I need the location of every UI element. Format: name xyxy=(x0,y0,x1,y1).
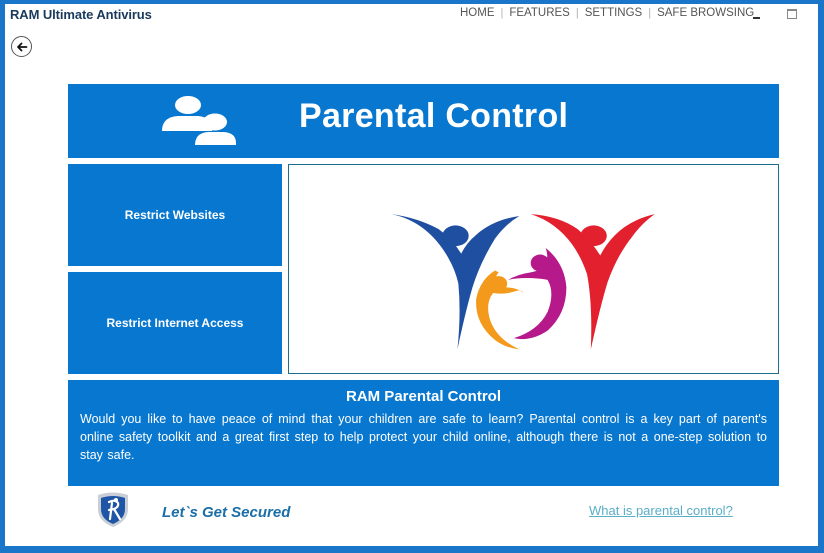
maximize-button[interactable] xyxy=(785,7,799,19)
description-panel: RAM Parental Control Would you like to h… xyxy=(68,380,779,486)
nav-separator: | xyxy=(500,7,504,19)
arrow-left-icon xyxy=(16,42,27,51)
back-button[interactable] xyxy=(11,36,32,57)
page-title: Parental Control xyxy=(299,97,569,135)
family-logo xyxy=(391,214,655,350)
nav-settings[interactable]: SETTINGS xyxy=(585,7,643,19)
nav-safe-browsing[interactable]: SAFE BROWSING xyxy=(657,7,754,19)
description-title: RAM Parental Control xyxy=(345,388,501,405)
top-nav: HOME | FEATURES | SETTINGS | SAFE BROWSI… xyxy=(460,7,754,19)
minimize-button[interactable] xyxy=(750,7,764,19)
page-header: Parental Control xyxy=(68,84,779,158)
parents-icon xyxy=(162,96,236,145)
nav-separator: | xyxy=(648,7,652,19)
nav-home[interactable]: HOME xyxy=(460,7,495,19)
shield-icon xyxy=(98,492,128,527)
nav-separator: | xyxy=(575,7,579,19)
what-is-parental-control-link[interactable]: What is parental control? xyxy=(589,503,733,518)
restrict-internet-access-button[interactable]: Restrict Internet Access xyxy=(68,272,282,374)
description-text: Would you like to have peace of mind tha… xyxy=(80,412,767,462)
restrict-websites-button[interactable]: Restrict Websites xyxy=(68,164,282,266)
nav-features[interactable]: FEATURES xyxy=(509,7,570,19)
tagline: Let`s Get Secured xyxy=(162,504,291,521)
app-title: RAM Ultimate Antivirus xyxy=(10,7,152,22)
family-image-panel xyxy=(288,164,779,374)
